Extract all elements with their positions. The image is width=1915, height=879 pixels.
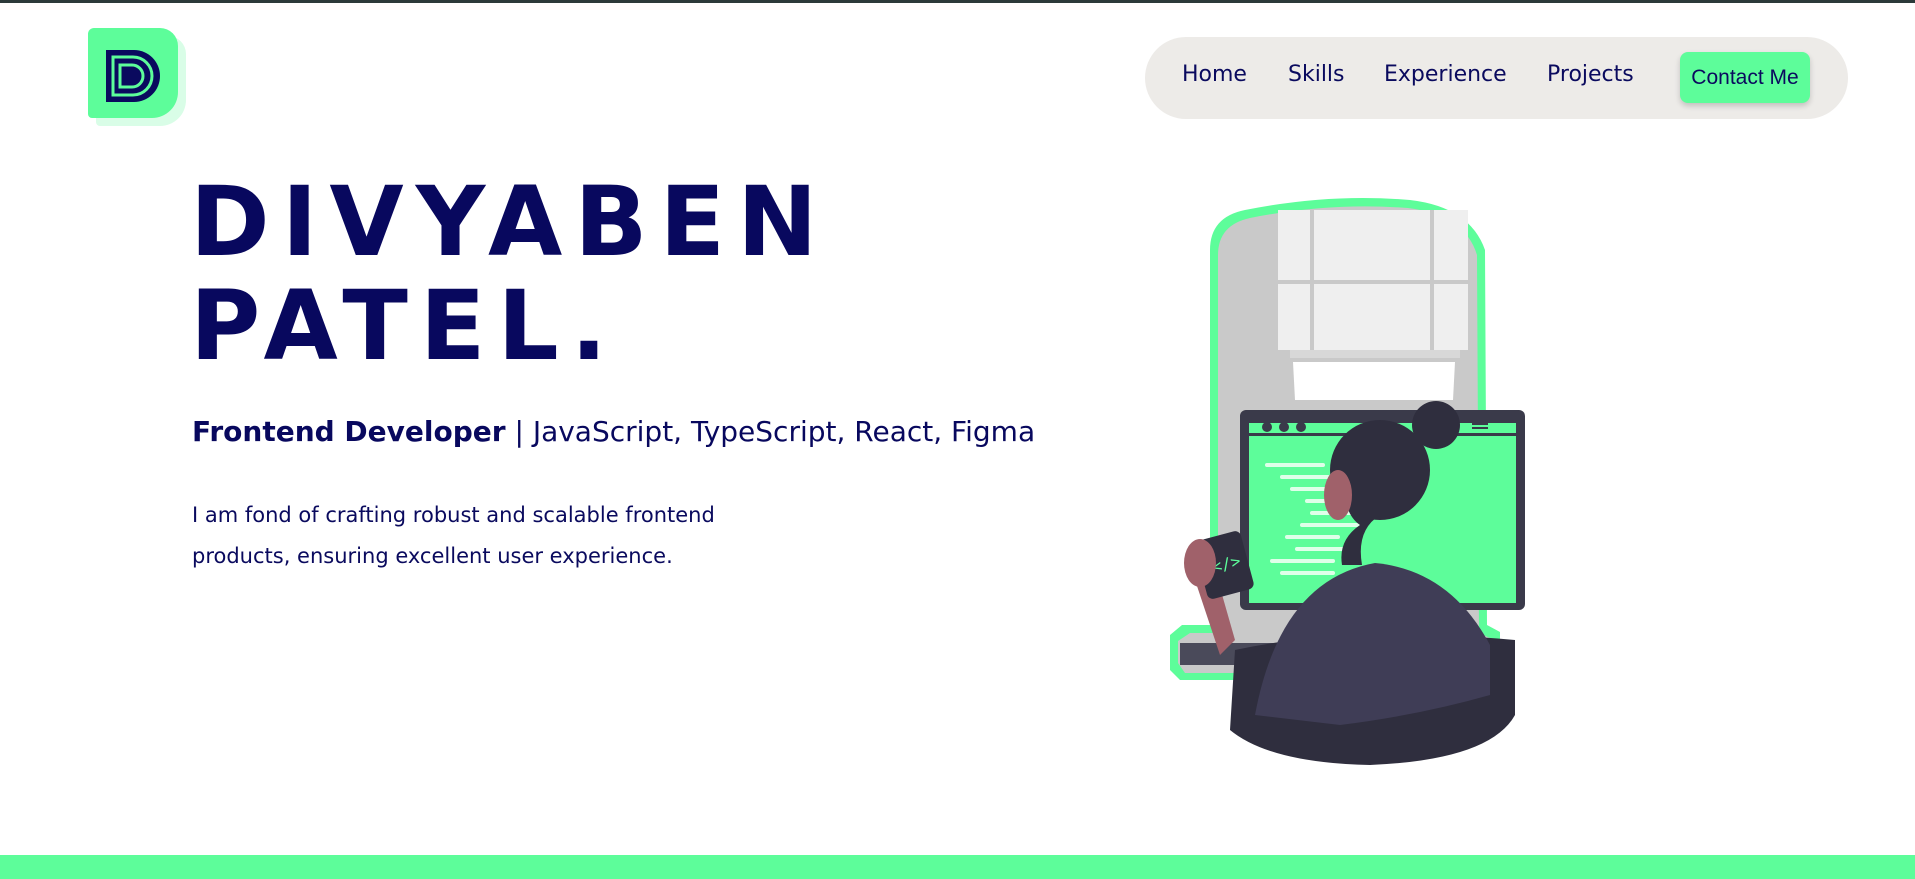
nav-experience[interactable]: Experience (1384, 62, 1507, 87)
contact-me-button[interactable]: Contact Me (1680, 52, 1810, 103)
nav-projects[interactable]: Projects (1547, 62, 1634, 87)
hero-role: Frontend Developer (192, 415, 506, 448)
d-monogram-logo-icon (106, 50, 160, 102)
developer-at-computer-illustration-icon: </> (1170, 197, 1525, 765)
nav-skills[interactable]: Skills (1288, 62, 1345, 87)
hero-subtitle: Frontend Developer | JavaScript, TypeScr… (192, 415, 1035, 448)
bottom-accent-bar (0, 855, 1915, 879)
top-border (0, 0, 1915, 3)
hero-description: I am fond of crafting robust and scalabl… (192, 503, 715, 568)
nav-home[interactable]: Home (1182, 62, 1247, 87)
hero-name: DIVYABEN PATEL. (190, 170, 829, 378)
site-logo[interactable] (88, 28, 186, 126)
hero-name-line1: DIVYABEN (190, 166, 830, 278)
hero-separator: | (505, 415, 533, 448)
hero-name-line2: PATEL. (190, 270, 620, 382)
hero-skills: JavaScript, TypeScript, React, Figma (532, 415, 1036, 448)
